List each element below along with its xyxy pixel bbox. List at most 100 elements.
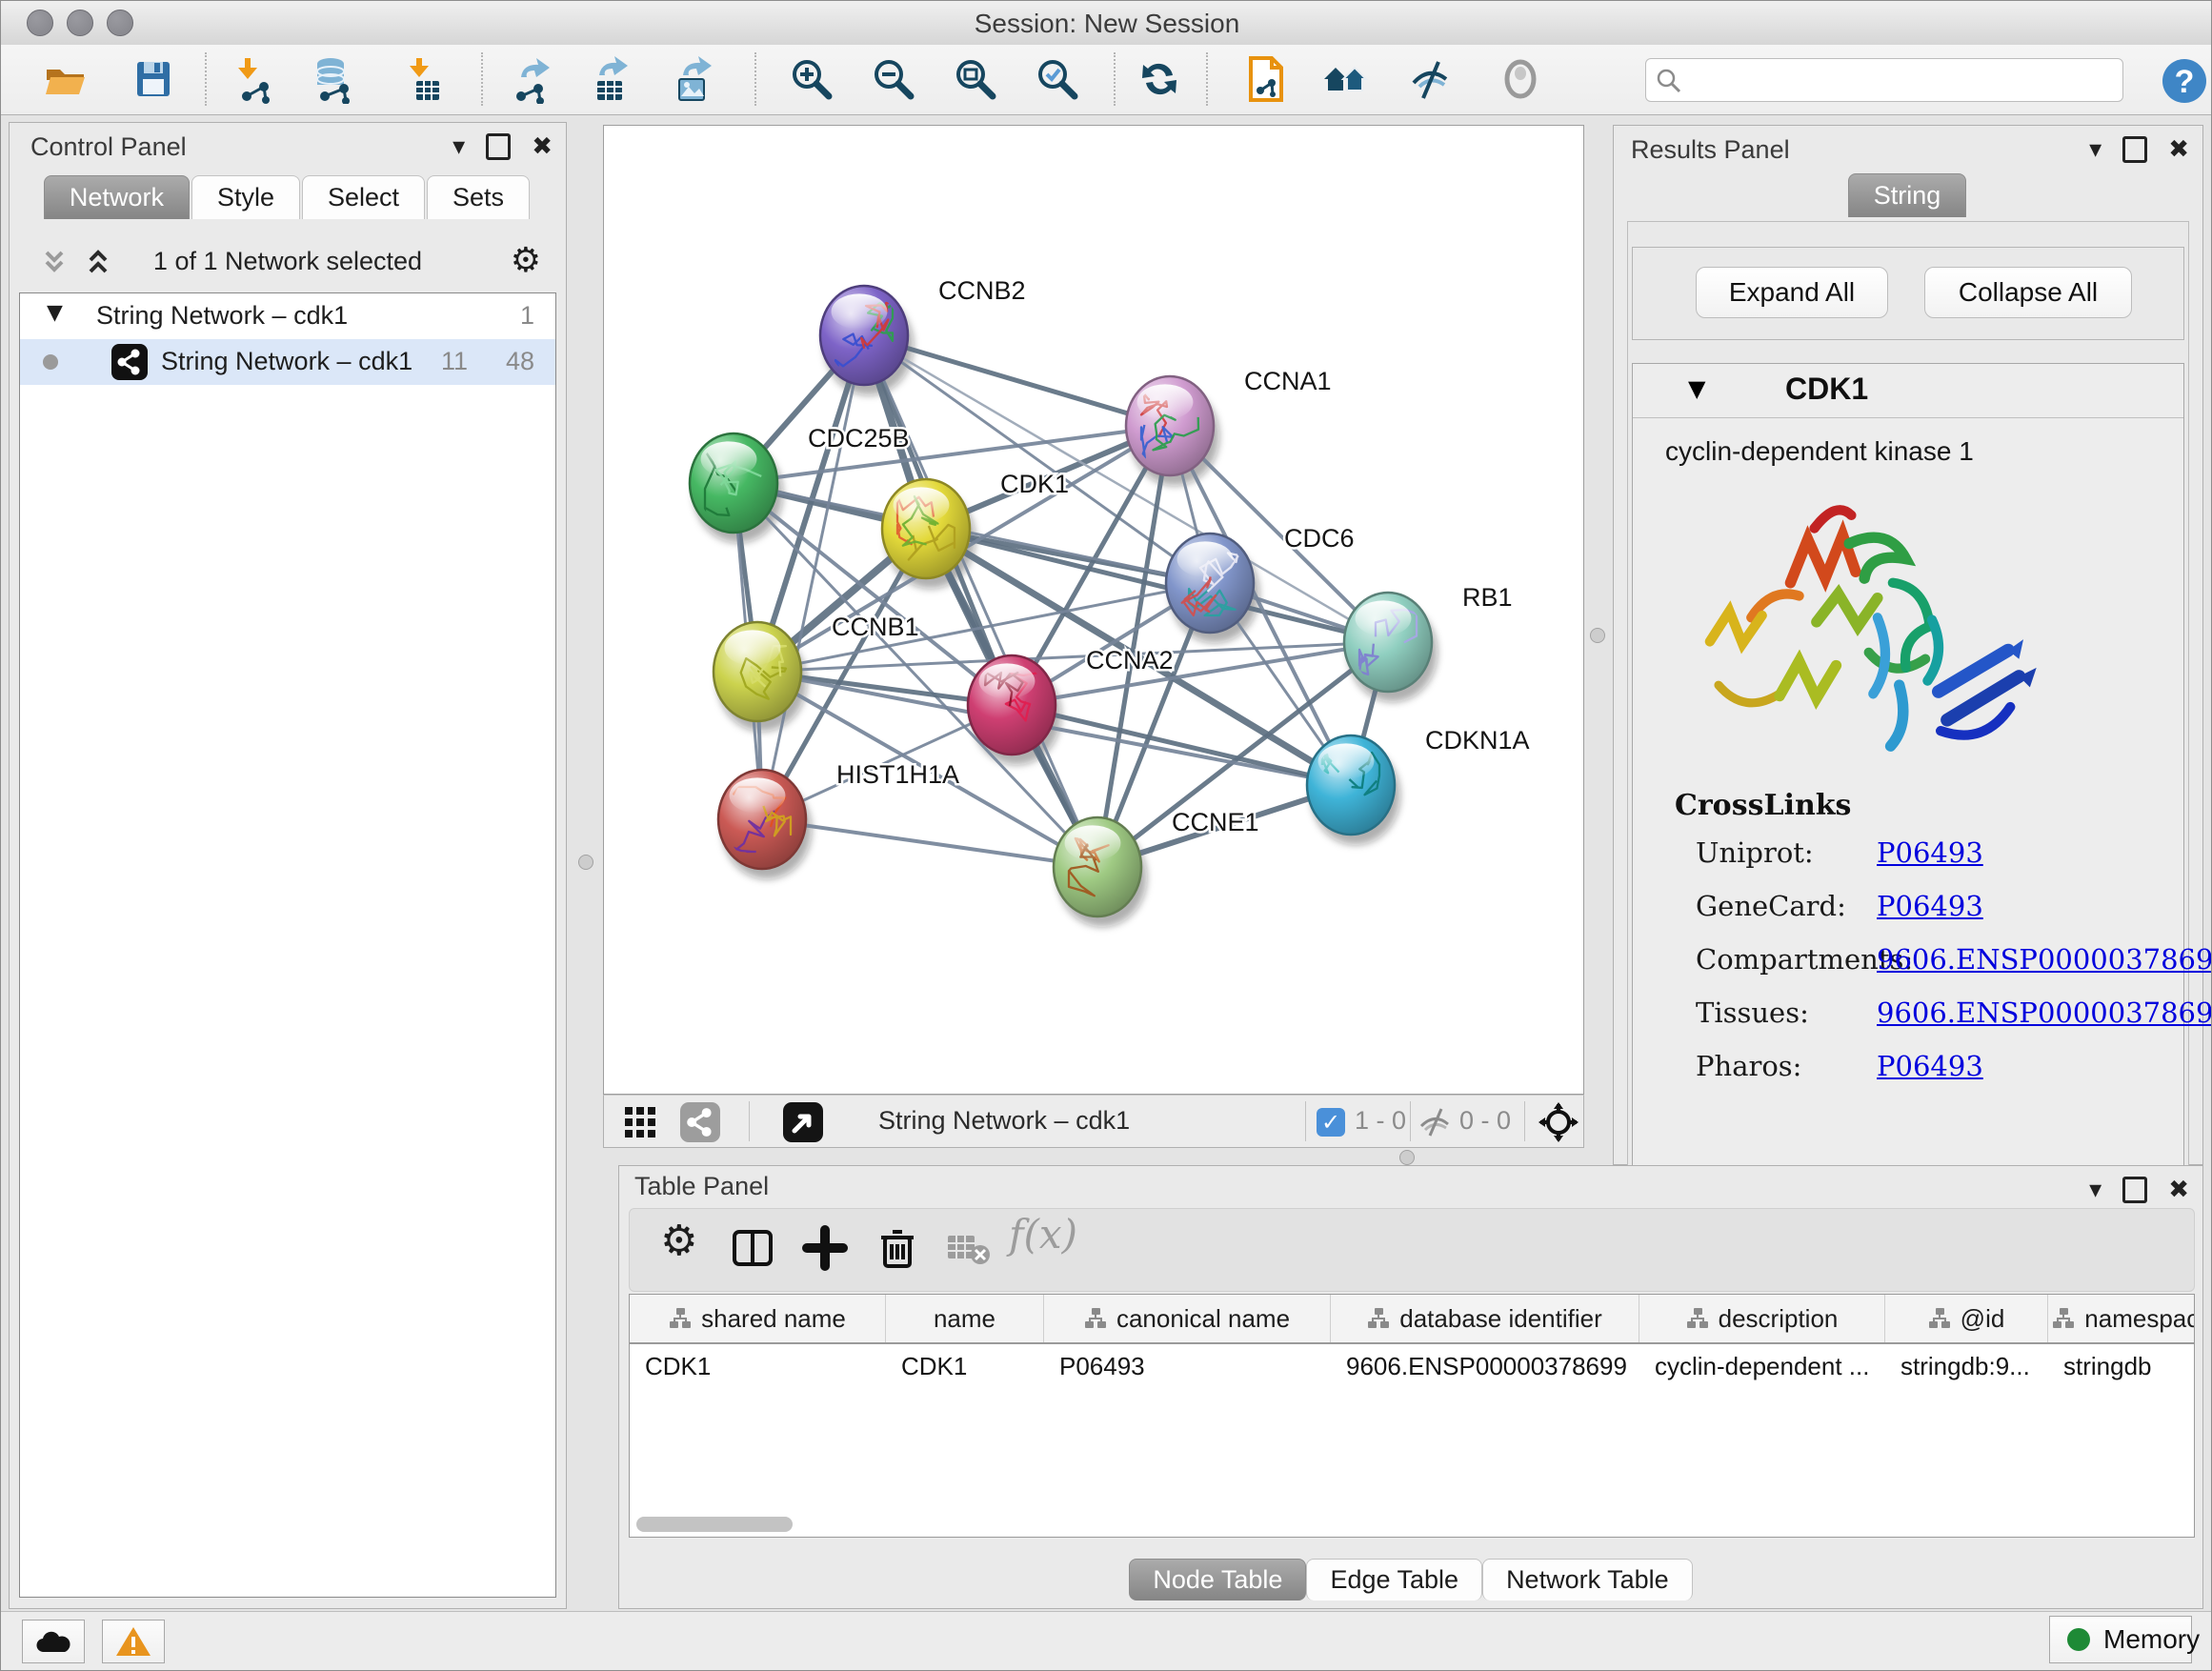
- edge-CCNB2-CCNA1[interactable]: [864, 335, 1170, 426]
- crosslink-pharos-link[interactable]: P06493: [1877, 1050, 1983, 1082]
- column-header-canonical-name[interactable]: canonical name: [1044, 1295, 1331, 1342]
- panel-menu-icon[interactable]: ▾: [2089, 135, 2101, 164]
- tab-network-table[interactable]: Network Table: [1482, 1559, 1693, 1601]
- table-cell[interactable]: 9606.ENSP00000378699: [1331, 1344, 1639, 1388]
- network-node-cdc25b[interactable]: [690, 433, 777, 533]
- zoom-in-icon[interactable]: [787, 54, 836, 104]
- home-networks-icon[interactable]: [1320, 54, 1370, 104]
- panel-float-icon[interactable]: [486, 133, 511, 160]
- table-cell[interactable]: CDK1: [630, 1344, 886, 1388]
- column-header-namespace[interactable]: namespace: [2048, 1295, 2195, 1342]
- show-all-eye-icon[interactable]: [1496, 54, 1545, 104]
- delete-table-icon[interactable]: [944, 1224, 994, 1272]
- column-header-description[interactable]: description: [1639, 1295, 1885, 1342]
- birds-eye-view-icon[interactable]: [783, 1102, 823, 1142]
- crosslink-compartments-link[interactable]: 9606.ENSP00000378699: [1877, 943, 2212, 976]
- network-node-cdc6[interactable]: [1166, 534, 1254, 633]
- export-table-icon[interactable]: [586, 54, 635, 104]
- zoom-selected-icon[interactable]: [1033, 54, 1082, 104]
- memory-button[interactable]: Memory: [2049, 1616, 2192, 1663]
- network-node-hist1h1a[interactable]: [718, 770, 806, 869]
- column-header--id[interactable]: @id: [1885, 1295, 2048, 1342]
- fit-content-crosshair-icon[interactable]: [1538, 1101, 1579, 1143]
- panel-float-icon[interactable]: [2122, 136, 2147, 163]
- table-cell[interactable]: stringdb:9...: [1885, 1344, 2048, 1388]
- selected-checkbox-icon[interactable]: ✓: [1317, 1108, 1345, 1137]
- network-node-ccnb1[interactable]: [714, 622, 801, 721]
- column-header-shared-name[interactable]: shared name: [630, 1295, 886, 1342]
- tab-style[interactable]: Style: [191, 175, 300, 219]
- search-input[interactable]: [1688, 63, 2111, 95]
- horizontal-splitter-handle[interactable]: [1399, 1150, 1415, 1165]
- node-result-header[interactable]: ▼ CDK1: [1633, 364, 2183, 418]
- table-settings-gear-icon[interactable]: ⚙: [660, 1217, 697, 1265]
- zoom-fit-icon[interactable]: [951, 54, 1000, 104]
- grid-view-icon[interactable]: [621, 1103, 659, 1141]
- expand-all-button[interactable]: Expand All: [1696, 267, 1888, 318]
- column-header-name[interactable]: name: [886, 1295, 1044, 1342]
- network-node-cdk1[interactable]: [882, 479, 970, 578]
- import-network-file-icon[interactable]: [230, 54, 279, 104]
- network-node-cdkn1a[interactable]: [1307, 735, 1395, 835]
- network-node-ccne1[interactable]: [1054, 817, 1141, 916]
- table-cell[interactable]: cyclin-dependent ...: [1639, 1344, 1885, 1388]
- zoom-out-icon[interactable]: [869, 54, 918, 104]
- warnings-button[interactable]: [102, 1620, 165, 1663]
- network-node-ccnb2[interactable]: [820, 286, 908, 385]
- left-splitter-handle[interactable]: [578, 855, 593, 870]
- crosslink-uniprot-link[interactable]: P06493: [1877, 836, 1983, 869]
- open-folder-icon[interactable]: [41, 54, 90, 104]
- tab-network[interactable]: Network: [44, 175, 190, 219]
- crosslink-tissues-link[interactable]: 9606.ENSP00000378699: [1877, 997, 2212, 1029]
- tab-select[interactable]: Select: [302, 175, 425, 219]
- panel-menu-icon[interactable]: ▾: [452, 132, 465, 161]
- network-node-rb1[interactable]: [1344, 593, 1432, 692]
- tab-sets[interactable]: Sets: [427, 175, 530, 219]
- network-view-share-icon[interactable]: [680, 1102, 720, 1142]
- table-cell[interactable]: P06493: [1044, 1344, 1331, 1388]
- tab-string[interactable]: String: [1848, 173, 1967, 217]
- column-header-label: canonical name: [1116, 1304, 1290, 1334]
- network-options-gear-icon[interactable]: ⚙: [511, 241, 541, 280]
- hidden-eye-icon[interactable]: [1418, 1107, 1452, 1137]
- tab-edge-table[interactable]: Edge Table: [1306, 1559, 1482, 1601]
- network-collection-row[interactable]: ▼ String Network – cdk1 1: [20, 293, 555, 339]
- crosslink-genecard-link[interactable]: P06493: [1877, 890, 1983, 922]
- cloud-status-button[interactable]: [22, 1620, 85, 1663]
- panel-close-icon[interactable]: ✖: [2168, 135, 2189, 164]
- export-network-icon[interactable]: [508, 54, 557, 104]
- export-image-icon[interactable]: [668, 54, 717, 104]
- network-graph[interactable]: CCNB2CCNA1CDC25BCDK1CDC6RB1CCNB1CCNA2CDK…: [604, 126, 1583, 1094]
- tab-node-table[interactable]: Node Table: [1129, 1559, 1306, 1601]
- network-node-ccna2[interactable]: [968, 655, 1056, 755]
- help-icon[interactable]: ?: [2160, 56, 2209, 106]
- table-hscrollbar-thumb[interactable]: [636, 1517, 793, 1532]
- table-cell[interactable]: stringdb: [2048, 1344, 2195, 1388]
- save-icon[interactable]: [129, 54, 178, 104]
- edge-HIST1H1A-CCNE1[interactable]: [762, 819, 1097, 867]
- panel-close-icon[interactable]: ✖: [532, 132, 553, 161]
- function-builder-icon[interactable]: f(x): [1009, 1211, 1077, 1258]
- network-canvas[interactable]: CCNB2CCNA1CDC25BCDK1CDC6RB1CCNB1CCNA2CDK…: [603, 125, 1584, 1095]
- section-expand-icon[interactable]: ▼: [1688, 375, 1705, 402]
- show-columns-icon[interactable]: [729, 1224, 776, 1272]
- panel-close-icon[interactable]: ✖: [2168, 1176, 2189, 1204]
- column-header-database-identifier[interactable]: database identifier: [1331, 1295, 1639, 1342]
- infobar-separator: [1410, 1101, 1411, 1141]
- import-network-database-icon[interactable]: [308, 54, 357, 104]
- first-neighbors-icon[interactable]: [1241, 54, 1291, 104]
- panel-float-icon[interactable]: [2122, 1177, 2147, 1203]
- collection-expand-icon[interactable]: ▼: [47, 301, 63, 325]
- panel-menu-icon[interactable]: ▾: [2089, 1176, 2101, 1204]
- delete-column-trash-icon[interactable]: [874, 1224, 921, 1272]
- collapse-all-button[interactable]: Collapse All: [1924, 267, 2132, 318]
- network-node-ccna1[interactable]: [1126, 376, 1214, 475]
- import-table-icon[interactable]: [401, 54, 451, 104]
- refresh-icon[interactable]: [1135, 54, 1184, 104]
- hide-selected-eye-icon[interactable]: [1406, 54, 1456, 104]
- edge-CCNA2-CDKN1A[interactable]: [1012, 705, 1351, 785]
- table-cell[interactable]: CDK1: [886, 1344, 1044, 1388]
- add-column-icon[interactable]: [801, 1224, 849, 1272]
- right-splitter-handle[interactable]: [1590, 628, 1605, 643]
- network-row-selected[interactable]: String Network – cdk1 11 48: [20, 339, 555, 385]
